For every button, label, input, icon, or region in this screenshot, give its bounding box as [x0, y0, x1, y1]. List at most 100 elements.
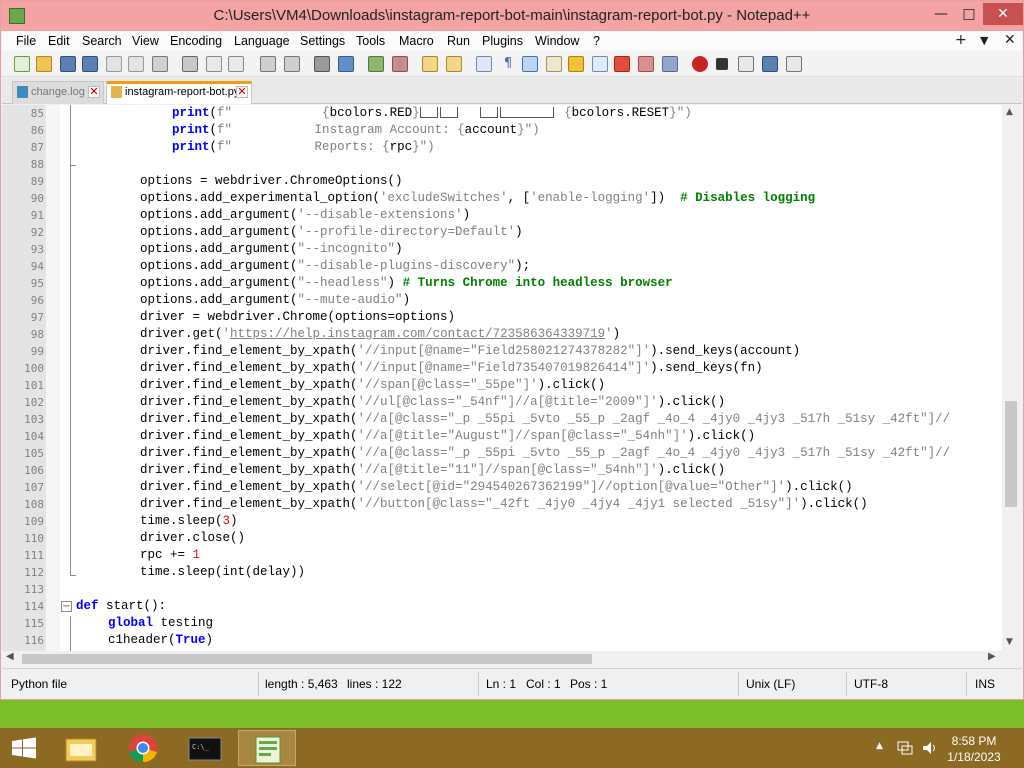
scroll-up-icon[interactable]: ▲: [1006, 107, 1013, 117]
tab-close-icon[interactable]: ✕: [88, 86, 100, 98]
menu-settings[interactable]: Settings: [300, 34, 345, 48]
scroll-left-icon[interactable]: ◀: [6, 651, 14, 662]
zoom-in-icon[interactable]: [368, 56, 384, 72]
sync-vertical-icon[interactable]: [422, 56, 438, 72]
code-token: options.add_argument(: [140, 293, 298, 307]
code-text: driver = webdriver.Chrome(options=option…: [140, 310, 456, 324]
tab-close-icon[interactable]: ✕: [236, 86, 248, 98]
code-text: driver.close(): [140, 531, 246, 545]
function-list-icon[interactable]: [592, 56, 608, 72]
menu-view[interactable]: View: [132, 34, 159, 48]
run-macro-multiple-icon[interactable]: [762, 56, 778, 72]
code-token: ).click(): [537, 378, 606, 392]
close-button[interactable]: ✕: [983, 3, 1023, 25]
close-file-icon[interactable]: [106, 56, 122, 72]
close-document-button[interactable]: ✕: [1004, 32, 1016, 48]
word-wrap-icon[interactable]: [476, 56, 492, 72]
menu-file[interactable]: File: [16, 34, 36, 48]
fold-toggle-icon[interactable]: −: [61, 601, 72, 612]
menu-tools[interactable]: Tools: [356, 34, 385, 48]
menu-search[interactable]: Search: [82, 34, 122, 48]
eye-icon[interactable]: [662, 56, 678, 72]
code-token: options.add_argument(: [140, 208, 298, 222]
line-number: 86: [30, 124, 44, 137]
menu-run[interactable]: Run: [447, 34, 470, 48]
menu-macro[interactable]: Macro: [399, 34, 434, 48]
cut-icon[interactable]: [182, 56, 198, 72]
menu-help[interactable]: ?: [593, 34, 600, 48]
replace-icon[interactable]: [338, 56, 354, 72]
sync-horizontal-icon[interactable]: [446, 56, 462, 72]
menu-plugins[interactable]: Plugins: [482, 34, 523, 48]
code-number: 3: [222, 514, 231, 528]
code-token: ).click(): [657, 463, 726, 477]
menu-encoding[interactable]: Encoding: [170, 34, 222, 48]
user-defined-language-icon[interactable]: [546, 56, 562, 72]
record-macro-icon[interactable]: [692, 56, 708, 72]
save-macro-icon[interactable]: [786, 56, 802, 72]
doc-map-icon[interactable]: [568, 56, 584, 72]
code-token: ': [222, 327, 231, 341]
code-token: (: [209, 123, 218, 137]
line-number: 88: [30, 158, 44, 171]
horizontal-scroll-thumb[interactable]: [22, 654, 592, 664]
code-line: 100 driver.find_element_by_xpath('//input…: [2, 360, 1002, 377]
zoom-out-icon[interactable]: [392, 56, 408, 72]
maximize-button[interactable]: □: [956, 3, 982, 25]
redo-icon[interactable]: [284, 56, 300, 72]
code-token: driver.find_element_by_xpath(: [140, 497, 358, 511]
minimize-button[interactable]: —: [928, 3, 954, 25]
tab-change-log[interactable]: change.log ✕: [12, 81, 104, 104]
toolbar: ¶: [2, 51, 1022, 77]
vertical-scrollbar[interactable]: ▲ ▼: [1002, 105, 1021, 651]
line-number: 97: [30, 311, 44, 324]
save-icon[interactable]: [60, 56, 76, 72]
indent-guide-icon[interactable]: [522, 56, 538, 72]
code-line: 108 driver.find_element_by_xpath('//butto…: [2, 496, 1002, 513]
paste-icon[interactable]: [228, 56, 244, 72]
find-icon[interactable]: [314, 56, 330, 72]
taskbar-notepadpp[interactable]: [238, 730, 296, 766]
scroll-right-icon[interactable]: ▶: [988, 651, 996, 662]
new-file-icon[interactable]: [14, 56, 30, 72]
taskbar-file-explorer[interactable]: [52, 730, 110, 766]
status-separator: [258, 672, 259, 696]
show-all-chars-icon[interactable]: ¶: [500, 56, 516, 72]
play-macro-icon[interactable]: [738, 56, 754, 72]
menu-edit[interactable]: Edit: [48, 34, 70, 48]
code-token: f": [217, 123, 233, 137]
vertical-scroll-thumb[interactable]: [1005, 401, 1017, 507]
code-token: time.sleep(: [140, 514, 223, 528]
open-file-icon[interactable]: [36, 56, 52, 72]
title-bar: C:\Users\VM4\Downloads\instagram-report-…: [1, 1, 1023, 31]
network-icon[interactable]: [897, 740, 913, 756]
code-line: 88: [2, 156, 1002, 173]
code-token: options.add_argument(: [140, 276, 298, 290]
print-icon[interactable]: [152, 56, 168, 72]
url-link[interactable]: https://help.instagram.com/contact/72358…: [230, 327, 605, 341]
code-editor[interactable]: 85 print(f" {bcolors.RED} {bcolors.RESET}…: [2, 105, 1002, 651]
menu-language[interactable]: Language: [234, 34, 290, 48]
save-all-icon[interactable]: [82, 56, 98, 72]
start-button[interactable]: [0, 730, 48, 766]
copy-icon[interactable]: [206, 56, 222, 72]
code-token: ).click(): [800, 497, 868, 511]
new-tab-button[interactable]: +: [955, 32, 967, 48]
folder-as-workspace-icon[interactable]: [614, 56, 630, 72]
taskbar: C:\_ ▲ 8:58 PM 1/18/2023: [0, 728, 1024, 768]
system-clock[interactable]: 8:58 PM 1/18/2023: [934, 733, 1014, 765]
taskbar-chrome[interactable]: [114, 730, 172, 766]
tab-list-button[interactable]: ▼: [980, 34, 988, 47]
taskbar-cmd[interactable]: C:\_: [176, 730, 234, 766]
monitoring-icon[interactable]: [638, 56, 654, 72]
show-hidden-icons-icon[interactable]: ▲: [876, 741, 883, 751]
scroll-down-icon[interactable]: ▼: [1006, 637, 1013, 647]
menu-window[interactable]: Window: [535, 34, 579, 48]
tab-instagram-report-bot[interactable]: instagram-report-bot.py ✕: [106, 81, 252, 104]
undo-icon[interactable]: [260, 56, 276, 72]
horizontal-scrollbar[interactable]: ◀ ▶: [2, 651, 1002, 666]
close-all-icon[interactable]: [128, 56, 144, 72]
line-number: 114: [24, 600, 44, 613]
stop-macro-icon[interactable]: [716, 58, 728, 70]
code-line: 112 time.sleep(int(delay)): [2, 564, 1002, 581]
